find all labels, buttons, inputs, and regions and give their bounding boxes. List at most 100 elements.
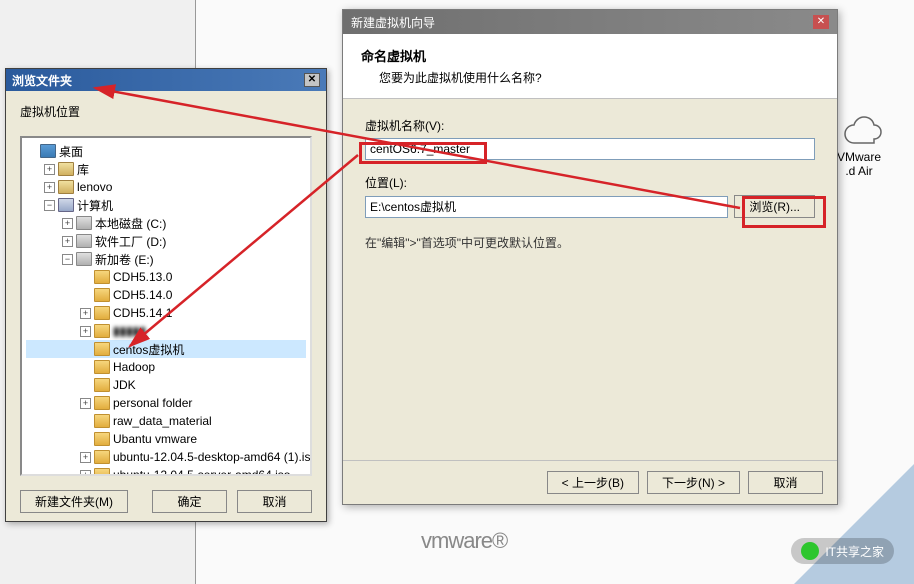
- tree-node-label: ▮▮▮▮▮: [113, 324, 146, 338]
- wizard-title: 新建虚拟机向导: [351, 14, 435, 31]
- tree-node-label: 桌面: [59, 143, 83, 160]
- browse-button[interactable]: 浏览(R)...: [734, 195, 815, 218]
- expand-icon[interactable]: +: [44, 164, 55, 175]
- expand-icon[interactable]: +: [80, 452, 91, 463]
- folder-icon: [94, 378, 110, 392]
- folder-icon: [94, 270, 110, 284]
- tree-node-label: 本地磁盘 (C:): [95, 215, 166, 232]
- tree-node-label: 库: [77, 161, 89, 178]
- vm-name-label: 虚拟机名称(V):: [365, 117, 815, 134]
- computer-icon: [58, 198, 74, 212]
- vmware-logo: vmware®: [421, 528, 507, 554]
- drive-icon: [76, 216, 92, 230]
- user-icon: [58, 180, 74, 194]
- next-button[interactable]: 下一步(N) >: [647, 471, 740, 494]
- folder-icon: [94, 360, 110, 374]
- footer-text: IT共享之家: [825, 543, 884, 560]
- wizard-heading: 命名虚拟机: [361, 46, 819, 65]
- wizard-form: 虚拟机名称(V): 位置(L): 浏览(R)... 在"编辑">"首选项"中可更…: [343, 99, 837, 269]
- wizard-note: 在"编辑">"首选项"中可更改默认位置。: [365, 234, 815, 251]
- cancel-button[interactable]: 取消: [237, 490, 312, 513]
- tree-node-label: lenovo: [77, 180, 112, 194]
- tree-node[interactable]: + lenovo: [26, 178, 306, 196]
- close-icon[interactable]: ✕: [813, 15, 829, 29]
- wizard-header: 命名虚拟机 您要为此虚拟机使用什么名称?: [343, 34, 837, 99]
- wizard-subheading: 您要为此虚拟机使用什么名称?: [361, 69, 819, 86]
- tree-node[interactable]: CDH5.13.0: [26, 268, 306, 286]
- tree-node[interactable]: + CDH5.14.1: [26, 304, 306, 322]
- wizard-button-bar: < 上一步(B) 下一步(N) > 取消: [343, 460, 837, 504]
- browse-folder-dialog: 浏览文件夹 ✕ 虚拟机位置 桌面+库+lenovo−计算机+本地磁盘 (C:)+…: [5, 68, 327, 522]
- tree-node-label: CDH5.13.0: [113, 270, 172, 284]
- lib-icon: [58, 162, 74, 176]
- folder-tree[interactable]: 桌面+库+lenovo−计算机+本地磁盘 (C:)+软件工厂 (D:)−新加卷 …: [20, 136, 312, 476]
- wechat-icon: [801, 542, 819, 560]
- tree-node[interactable]: JDK: [26, 376, 306, 394]
- vm-location-input[interactable]: [365, 196, 728, 218]
- tree-node[interactable]: − 新加卷 (E:): [26, 250, 306, 268]
- tree-node[interactable]: − 计算机: [26, 196, 306, 214]
- new-vm-wizard-dialog: 新建虚拟机向导 ✕ 命名虚拟机 您要为此虚拟机使用什么名称? 虚拟机名称(V):…: [342, 9, 838, 505]
- expand-icon[interactable]: +: [62, 236, 73, 247]
- tree-node[interactable]: raw_data_material: [26, 412, 306, 430]
- tree-node-label: CDH5.14.0: [113, 288, 172, 302]
- folder-icon: [94, 396, 110, 410]
- drive-icon: [76, 252, 92, 266]
- tree-node-label: raw_data_material: [113, 414, 212, 428]
- tree-node-label: ubuntu-12.04.5-desktop-amd64 (1).iso: [113, 450, 312, 464]
- cloud-label-1: VMware: [834, 150, 884, 164]
- folder-icon: [94, 342, 110, 356]
- folder-icon: [94, 450, 110, 464]
- tree-node[interactable]: + ubuntu-12.04.5-server-amd64.iso: [26, 466, 306, 476]
- tree-node-label: Hadoop: [113, 360, 155, 374]
- folder-icon: [94, 432, 110, 446]
- tree-node-label: Ubantu vmware: [113, 432, 197, 446]
- expand-icon[interactable]: +: [62, 218, 73, 229]
- tree-node[interactable]: + 软件工厂 (D:): [26, 232, 306, 250]
- tree-node[interactable]: 桌面: [26, 142, 306, 160]
- ok-button[interactable]: 确定: [152, 490, 227, 513]
- browse-button-bar: 新建文件夹(M) 确定 取消: [6, 484, 326, 519]
- browse-title: 浏览文件夹: [12, 72, 72, 89]
- expand-icon[interactable]: +: [80, 398, 91, 409]
- cloud-tile: VMware .d Air: [834, 115, 884, 178]
- expand-icon[interactable]: +: [80, 308, 91, 319]
- tree-node-label: 新加卷 (E:): [95, 251, 154, 268]
- tree-node-label: ubuntu-12.04.5-server-amd64.iso: [113, 468, 290, 476]
- tree-node[interactable]: + 本地磁盘 (C:): [26, 214, 306, 232]
- cancel-button[interactable]: 取消: [748, 471, 823, 494]
- expand-icon[interactable]: +: [80, 326, 91, 337]
- expand-icon[interactable]: +: [44, 182, 55, 193]
- folder-icon: [94, 414, 110, 428]
- tree-node[interactable]: CDH5.14.0: [26, 286, 306, 304]
- tree-node[interactable]: + personal folder: [26, 394, 306, 412]
- tree-node-label: JDK: [113, 378, 136, 392]
- folder-icon: [94, 306, 110, 320]
- vm-name-input[interactable]: [365, 138, 815, 160]
- tree-node[interactable]: +ubuntu-12.04.5-desktop-amd64 (1).iso: [26, 448, 306, 466]
- cloud-icon: [834, 115, 884, 147]
- collapse-icon[interactable]: −: [44, 200, 55, 211]
- tree-node-label: 计算机: [77, 197, 113, 214]
- tree-node-label: centos虚拟机: [113, 341, 184, 358]
- browse-titlebar[interactable]: 浏览文件夹 ✕: [6, 69, 326, 91]
- folder-icon: [94, 324, 110, 338]
- expand-icon[interactable]: +: [80, 470, 91, 477]
- tree-node-label: CDH5.14.1: [113, 306, 172, 320]
- tree-node[interactable]: centos虚拟机: [26, 340, 306, 358]
- browse-subtitle: 虚拟机位置: [6, 91, 326, 128]
- tree-node[interactable]: + ▮▮▮▮▮: [26, 322, 306, 340]
- collapse-icon[interactable]: −: [62, 254, 73, 265]
- tree-node[interactable]: +库: [26, 160, 306, 178]
- tree-node[interactable]: Hadoop: [26, 358, 306, 376]
- new-folder-button[interactable]: 新建文件夹(M): [20, 490, 128, 513]
- cloud-label-2: .d Air: [834, 164, 884, 178]
- vm-location-label: 位置(L):: [365, 174, 815, 191]
- tree-node-label: personal folder: [113, 396, 192, 410]
- folder-icon: [94, 468, 110, 476]
- tree-node[interactable]: Ubantu vmware: [26, 430, 306, 448]
- back-button[interactable]: < 上一步(B): [547, 471, 639, 494]
- tree-node-label: 软件工厂 (D:): [95, 233, 166, 250]
- close-icon[interactable]: ✕: [304, 73, 320, 87]
- wizard-titlebar[interactable]: 新建虚拟机向导 ✕: [343, 10, 837, 34]
